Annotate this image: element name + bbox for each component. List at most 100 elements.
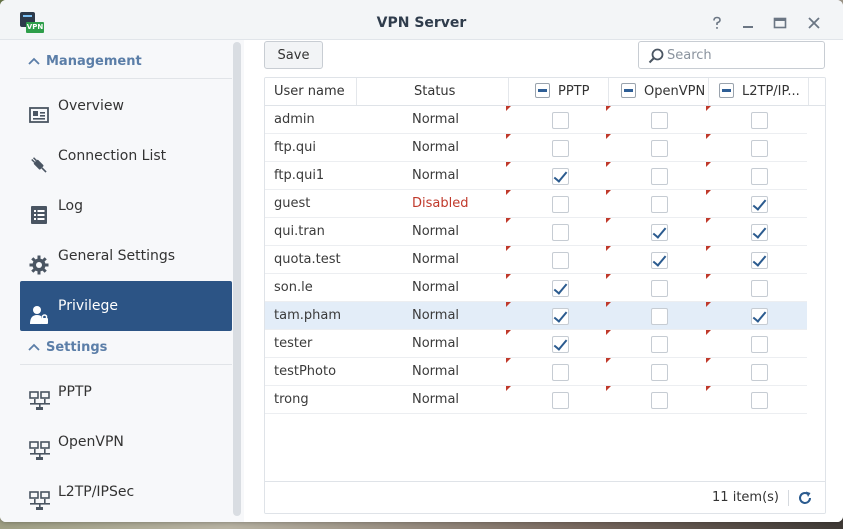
sidebar-item-connection-list[interactable]: Connection List	[20, 131, 232, 181]
l2tp-checkbox[interactable]	[751, 168, 768, 185]
l2tp-checkbox[interactable]	[751, 140, 768, 157]
sidebar-item-log[interactable]: Log	[20, 181, 232, 231]
changed-marker	[506, 190, 511, 195]
status-cell: Normal	[412, 336, 460, 351]
column-header-pptp[interactable]: PPTP	[535, 78, 589, 105]
username-cell: quota.test	[274, 252, 341, 267]
close-icon[interactable]	[806, 15, 822, 31]
title-bar[interactable]: VPN VPN Server	[0, 0, 843, 40]
refresh-icon[interactable]	[797, 490, 813, 506]
chevron-up-icon	[28, 47, 46, 77]
section-settings[interactable]: Settings	[20, 333, 232, 365]
table-row[interactable]: ftp.qui Normal	[265, 134, 807, 162]
l2tp-checkbox[interactable]	[751, 112, 768, 129]
changed-marker	[506, 358, 511, 363]
select-all-pptp-checkbox[interactable]	[535, 83, 550, 98]
main-panel: Save User name Status PPTP OpenVPN	[244, 40, 843, 522]
table-row[interactable]: qui.tran Normal	[265, 218, 807, 246]
table-row[interactable]: tester Normal	[265, 330, 807, 358]
changed-marker	[706, 274, 711, 279]
table-row[interactable]: guest Disabled	[265, 190, 807, 218]
sidebar-item-general-settings[interactable]: General Settings	[20, 231, 232, 281]
sidebar-item-pptp[interactable]: PPTP	[20, 367, 232, 417]
pptp-checkbox[interactable]	[552, 140, 569, 157]
l2tp-checkbox[interactable]	[751, 336, 768, 353]
openvpn-checkbox[interactable]	[651, 336, 668, 353]
l2tp-checkbox[interactable]	[751, 224, 768, 241]
sidebar-scrollbar[interactable]	[233, 42, 241, 516]
help-icon[interactable]	[709, 15, 725, 31]
column-header-l2tp[interactable]: L2TP/IP...	[719, 78, 800, 105]
l2tp-checkbox[interactable]	[751, 280, 768, 297]
table-row[interactable]: son.le Normal	[265, 274, 807, 302]
section-management[interactable]: Management	[20, 47, 232, 79]
username-cell: trong	[274, 392, 309, 407]
openvpn-checkbox[interactable]	[651, 224, 668, 241]
l2tp-checkbox[interactable]	[751, 392, 768, 409]
search-box[interactable]	[638, 41, 825, 69]
changed-marker	[506, 106, 511, 111]
save-button[interactable]: Save	[264, 41, 323, 69]
sidebar-item-privilege[interactable]: Privilege	[20, 281, 232, 331]
pptp-checkbox[interactable]	[552, 224, 569, 241]
status-cell: Normal	[412, 280, 460, 295]
openvpn-checkbox[interactable]	[651, 196, 668, 213]
username-cell: tester	[274, 336, 313, 351]
openvpn-checkbox[interactable]	[651, 112, 668, 129]
pptp-checkbox[interactable]	[552, 392, 569, 409]
sidebar-item-label: Overview	[58, 98, 124, 114]
pptp-checkbox[interactable]	[552, 252, 569, 269]
sidebar-item-label: Privilege	[58, 298, 119, 314]
openvpn-checkbox[interactable]	[651, 392, 668, 409]
username-cell: qui.tran	[274, 224, 325, 239]
sidebar-item-l2tp-ipsec[interactable]: L2TP/IPSec	[20, 467, 232, 517]
column-header-username[interactable]: User name	[274, 78, 345, 105]
pptp-checkbox[interactable]	[552, 280, 569, 297]
column-header-openvpn[interactable]: OpenVPN	[621, 78, 705, 105]
column-header-status[interactable]: Status	[414, 78, 455, 105]
openvpn-checkbox[interactable]	[651, 308, 668, 325]
l2tp-checkbox[interactable]	[751, 364, 768, 381]
sidebar-item-label: L2TP/IPSec	[58, 484, 135, 500]
changed-marker	[606, 190, 611, 195]
openvpn-checkbox[interactable]	[651, 140, 668, 157]
status-cell: Normal	[412, 224, 460, 239]
pptp-checkbox[interactable]	[552, 364, 569, 381]
l2tp-checkbox[interactable]	[751, 252, 768, 269]
maximize-icon[interactable]	[772, 15, 788, 31]
changed-marker	[606, 134, 611, 139]
changed-marker	[506, 246, 511, 251]
pptp-checkbox[interactable]	[552, 112, 569, 129]
pptp-checkbox[interactable]	[552, 168, 569, 185]
minimize-icon[interactable]	[740, 15, 756, 31]
table-row[interactable]: quota.test Normal	[265, 246, 807, 274]
changed-marker	[606, 358, 611, 363]
changed-marker	[606, 106, 611, 111]
select-all-openvpn-checkbox[interactable]	[621, 83, 636, 98]
changed-marker	[506, 218, 511, 223]
sidebar-item-openvpn[interactable]: OpenVPN	[20, 417, 232, 467]
l2tp-checkbox[interactable]	[751, 308, 768, 325]
select-all-l2tp-checkbox[interactable]	[719, 83, 734, 98]
l2tp-checkbox[interactable]	[751, 196, 768, 213]
openvpn-checkbox[interactable]	[651, 168, 668, 185]
openvpn-checkbox[interactable]	[651, 280, 668, 297]
status-cell: Normal	[412, 392, 460, 407]
username-cell: tam.pham	[274, 308, 341, 323]
table-row[interactable]: ftp.qui1 Normal	[265, 162, 807, 190]
username-cell: ftp.qui	[274, 140, 316, 155]
search-input[interactable]	[667, 45, 817, 65]
table-row[interactable]: tam.pham Normal	[265, 302, 807, 330]
section-label: Settings	[46, 340, 108, 355]
changed-marker	[606, 274, 611, 279]
pptp-checkbox[interactable]	[552, 308, 569, 325]
openvpn-checkbox[interactable]	[651, 364, 668, 381]
sidebar-item-overview[interactable]: Overview	[20, 81, 232, 131]
sidebar-item-label: OpenVPN	[58, 434, 124, 450]
table-row[interactable]: testPhoto Normal	[265, 358, 807, 386]
openvpn-checkbox[interactable]	[651, 252, 668, 269]
table-row[interactable]: trong Normal	[265, 386, 807, 414]
table-row[interactable]: admin Normal	[265, 106, 807, 134]
pptp-checkbox[interactable]	[552, 196, 569, 213]
pptp-checkbox[interactable]	[552, 336, 569, 353]
